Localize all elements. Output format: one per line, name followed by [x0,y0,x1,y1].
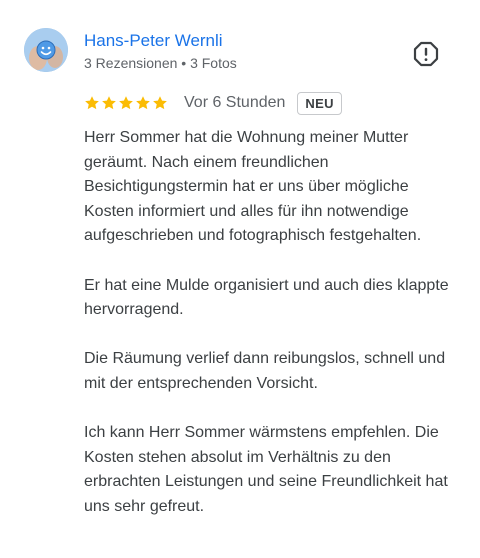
star-icon [136,96,150,110]
author-name-link[interactable]: Hans-Peter Wernli [84,31,223,51]
review-paragraph: Herr Sommer hat die Wohnung meiner Mutte… [84,129,422,245]
rating-row: Vor 6 Stunden NEU [84,90,342,116]
review-paragraph: Die Räumung verlief dann reibungslos, sc… [84,350,446,392]
review-card: Hans-Peter Wernli 3 Rezensionen • 3 Foto… [0,0,480,558]
review-paragraph: Ich kann Herr Sommer wärmstens empfehlen… [84,424,448,515]
star-icon [85,96,99,110]
star-icon [102,96,116,110]
author-review-count: 3 Rezensionen • 3 Fotos [84,55,237,71]
report-icon[interactable] [412,40,440,68]
review-text: Herr Sommer hat die Wohnung meiner Mutte… [84,126,460,520]
new-badge: NEU [297,91,342,115]
smiley-avatar-icon [24,28,68,72]
author-avatar[interactable] [24,28,68,72]
review-paragraph: Er hat eine Mulde organisiert und auch d… [84,276,449,319]
star-icon [119,96,133,110]
star-rating [84,94,168,112]
review-time: Vor 6 Stunden [184,94,286,111]
star-icon [153,96,167,110]
